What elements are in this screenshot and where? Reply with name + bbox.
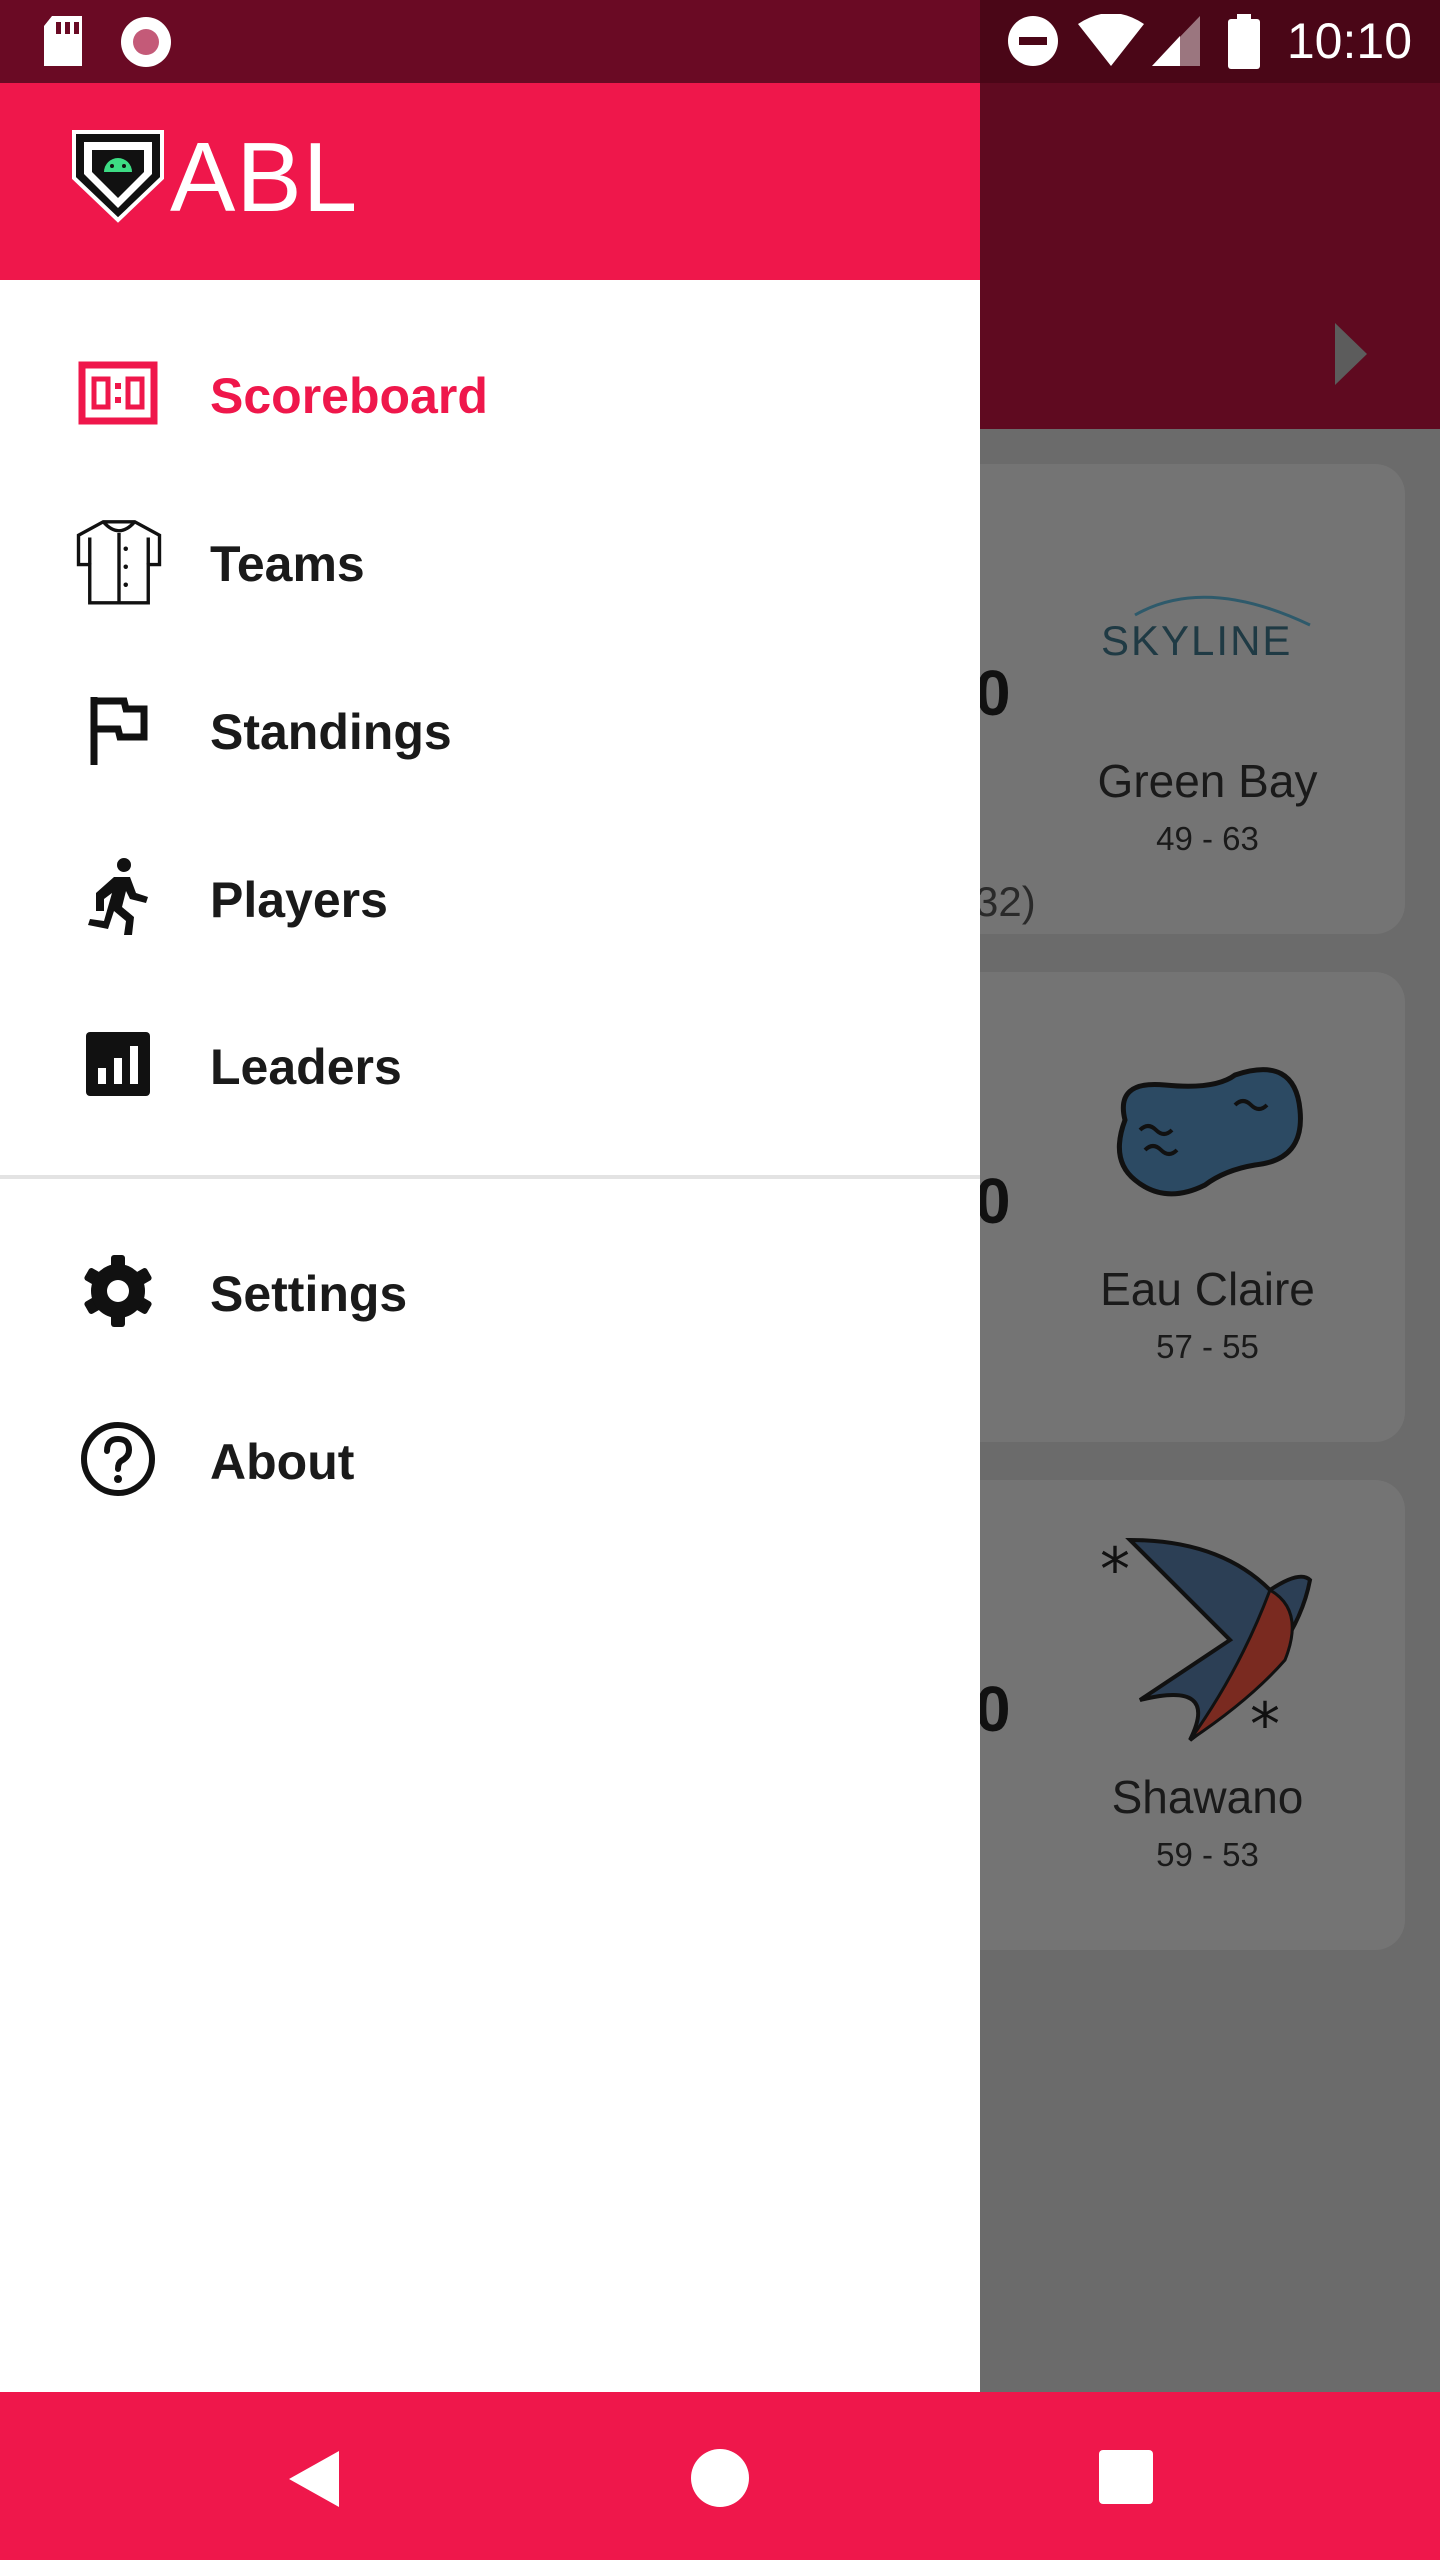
drawer-header: ABL — [0, 83, 980, 280]
next-arrow-icon — [1335, 323, 1367, 385]
nav-item-teams[interactable]: Teams — [0, 477, 980, 645]
team-name: Shawano — [1111, 1771, 1304, 1823]
jersey-icon — [76, 520, 162, 605]
flag-icon — [90, 697, 148, 765]
nav-item-standings[interactable]: Standings — [0, 645, 980, 813]
team-record: 59 - 53 — [1156, 1836, 1259, 1873]
cell-signal-icon — [1152, 16, 1200, 66]
nav-item-players[interactable]: Players — [0, 813, 980, 981]
game-score: 0 — [975, 1165, 1011, 1237]
nav-label-settings: Settings — [210, 1266, 408, 1322]
nav-label-teams: Teams — [210, 536, 365, 592]
nav-label-players: Players — [210, 872, 388, 928]
skyline-logo: SKYLINE — [1095, 585, 1315, 665]
nav-item-settings[interactable]: Settings — [0, 1207, 980, 1375]
system-nav-bar — [0, 2392, 1440, 2560]
help-circle-icon — [81, 1422, 155, 1496]
status-time: 10:10 — [1286, 13, 1412, 69]
home-icon[interactable] — [690, 2448, 750, 2508]
nav-item-leaders[interactable]: Leaders — [0, 980, 980, 1148]
sd-card-icon — [44, 16, 82, 66]
status-bar: 10:10 — [0, 0, 1440, 83]
team-record: 49 - 63 — [1156, 820, 1259, 857]
bar-chart-icon — [86, 1032, 150, 1096]
app-title: ABL — [170, 122, 359, 232]
battery-icon — [1228, 14, 1260, 69]
drawer-divider — [0, 1175, 980, 1179]
nav-label-standings: Standings — [210, 704, 452, 760]
game-score: 0 — [975, 1673, 1011, 1745]
nav-item-scoreboard[interactable]: Scoreboard — [0, 309, 980, 477]
back-icon[interactable] — [287, 2449, 341, 2509]
skyline-logo-text: SKYLINE — [1101, 617, 1293, 664]
nav-label-leaders: Leaders — [210, 1039, 402, 1095]
wifi-icon — [1078, 14, 1144, 66]
do-not-disturb-icon — [1008, 16, 1058, 66]
team-name: Eau Claire — [1100, 1263, 1315, 1315]
recents-icon[interactable] — [1099, 2450, 1153, 2504]
scoreboard-icon — [78, 361, 158, 425]
swallow-logo: * * — [1100, 1535, 1313, 1745]
navigation-drawer: ABL Scoreboard Teams Standings Players L… — [0, 83, 980, 2392]
game-score: 0 — [975, 657, 1011, 729]
gear-icon — [84, 1255, 152, 1327]
record-icon — [121, 17, 171, 67]
team-record: 57 - 55 — [1156, 1328, 1259, 1365]
nav-label-scoreboard: Scoreboard — [210, 368, 488, 424]
nav-label-about: About — [210, 1434, 355, 1490]
svg-text:*: * — [1100, 1535, 1130, 1605]
peanut-logo — [1116, 1067, 1303, 1197]
android-home-plate-logo — [72, 130, 164, 223]
game-extra-info: 32) — [975, 878, 1036, 925]
svg-text:*: * — [1250, 1690, 1280, 1745]
team-name: Green Bay — [1097, 755, 1318, 807]
runner-icon — [88, 858, 148, 935]
nav-item-about[interactable]: About — [0, 1375, 980, 1543]
